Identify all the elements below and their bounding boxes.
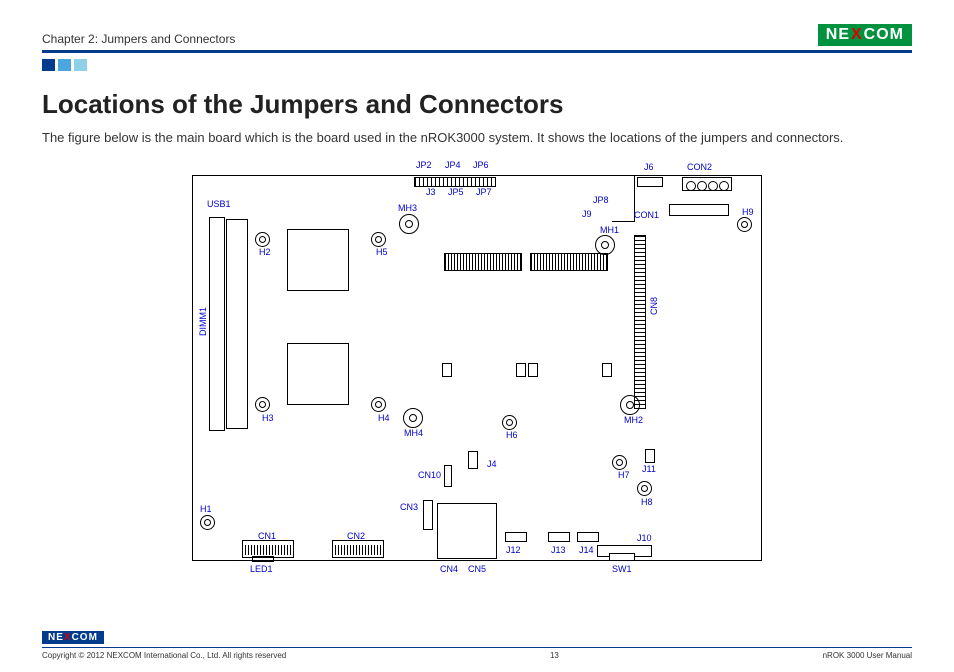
lbl-MH3: MH3: [398, 203, 417, 213]
cn10-header: [444, 465, 452, 487]
j13-header: [548, 532, 570, 542]
cn3-header: [423, 500, 433, 530]
lbl-J4: J4: [487, 459, 497, 469]
lbl-H7: H7: [618, 470, 630, 480]
j14-header: [577, 532, 599, 542]
lbl-CN10: CN10: [418, 470, 441, 480]
hole-h5: [371, 232, 386, 247]
con2-header: [682, 177, 732, 191]
lbl-DIMM1: DIMM1: [198, 307, 208, 336]
lbl-CON2: CON2: [687, 162, 712, 172]
lbl-H2: H2: [259, 247, 271, 257]
lbl-J12: J12: [506, 545, 521, 555]
lbl-H9: H9: [742, 207, 754, 217]
lbl-MH4: MH4: [404, 428, 423, 438]
hole-h6: [502, 415, 517, 430]
page-number: 13: [550, 651, 559, 660]
lbl-JP2: JP2: [416, 160, 432, 170]
lbl-J14: J14: [579, 545, 594, 555]
j6-header: [637, 177, 663, 187]
wwan-slot: [444, 253, 522, 383]
cn8-header: [634, 235, 646, 409]
hole-mh3: [399, 214, 419, 234]
hole-h9: [737, 217, 752, 232]
lbl-J11: J11: [642, 464, 656, 474]
lbl-J3: J3: [426, 187, 436, 197]
j11-header: [645, 449, 655, 463]
hole-h7: [612, 455, 627, 470]
wlan-slot: [530, 253, 608, 383]
lbl-MH1: MH1: [600, 225, 619, 235]
lbl-H8: H8: [641, 497, 653, 507]
con1-header: [669, 204, 729, 216]
hole-h1: [200, 515, 215, 530]
lbl-H3: H3: [262, 413, 274, 423]
doc-name: nROK 3000 User Manual: [823, 651, 912, 660]
lbl-CN3: CN3: [400, 502, 418, 512]
brand-logo: NEXCOM: [818, 24, 912, 46]
cn2-conn: [332, 540, 384, 558]
decorative-dots: [42, 59, 912, 71]
hole-mh2: [620, 395, 640, 415]
j12-header: [505, 532, 527, 542]
led1: [252, 556, 274, 562]
hole-mh4: [403, 408, 423, 428]
lbl-JP5: JP5: [448, 187, 464, 197]
lbl-JP8: JP8: [593, 195, 609, 205]
lbl-CN4: CN4: [440, 564, 458, 574]
lbl-JP6: JP6: [473, 160, 489, 170]
lbl-J13: J13: [551, 545, 566, 555]
hole-mh1: [595, 235, 615, 255]
lbl-JP4: JP4: [445, 160, 461, 170]
lbl-J6: J6: [644, 162, 654, 172]
lbl-SW1: SW1: [612, 564, 632, 574]
lbl-H1: H1: [200, 504, 212, 514]
copyright: Copyright © 2012 NEXCOM International Co…: [42, 651, 286, 660]
lbl-J9: J9: [582, 209, 592, 219]
hole-h2: [255, 232, 270, 247]
dimm-pad: [226, 219, 248, 429]
footer-logo: NEXCOM: [42, 631, 104, 644]
lbl-CN8: CN8: [649, 297, 659, 315]
sw1: [609, 553, 635, 561]
lbl-LED1: LED1: [250, 564, 273, 574]
hole-h3: [255, 397, 270, 412]
lbl-JP7: JP7: [476, 187, 492, 197]
lbl-MH2: MH2: [624, 415, 643, 425]
hole-h4: [371, 397, 386, 412]
brand-post: COM: [864, 26, 904, 44]
lbl-H6: H6: [506, 430, 518, 440]
board-diagram: JP2 JP4 JP6 J3 JP5 JP7 JP8 JP8 J9 J6 CON…: [182, 157, 772, 569]
brand-x: X: [851, 26, 863, 44]
chapter-title: Chapter 2: Jumpers and Connectors: [42, 32, 235, 46]
lbl-CN5: CN5: [468, 564, 486, 574]
hole-h8: [637, 481, 652, 496]
page-title: Locations of the Jumpers and Connectors: [42, 89, 912, 120]
header: Chapter 2: Jumpers and Connectors NEXCOM: [42, 20, 912, 46]
lbl-H4: H4: [378, 413, 390, 423]
j4-header: [468, 451, 478, 469]
lbl-USB1: USB1: [207, 199, 231, 209]
page: Chapter 2: Jumpers and Connectors NEXCOM…: [0, 0, 954, 672]
footer: NEXCOM Copyright © 2012 NEXCOM Internati…: [42, 627, 912, 660]
lbl-J10: J10: [637, 533, 652, 543]
header-rule: [42, 50, 912, 53]
intro-text: The figure below is the main board which…: [42, 130, 912, 145]
card-cage: [437, 503, 497, 559]
lbl-H5: H5: [376, 247, 388, 257]
brand-pre: NE: [826, 26, 850, 44]
chip-u18: [287, 229, 349, 291]
jp-row-top: [414, 177, 496, 187]
dimm-slot: [209, 217, 225, 431]
lbl-CON1: CON1: [634, 210, 659, 220]
chip-u20: [287, 343, 349, 405]
